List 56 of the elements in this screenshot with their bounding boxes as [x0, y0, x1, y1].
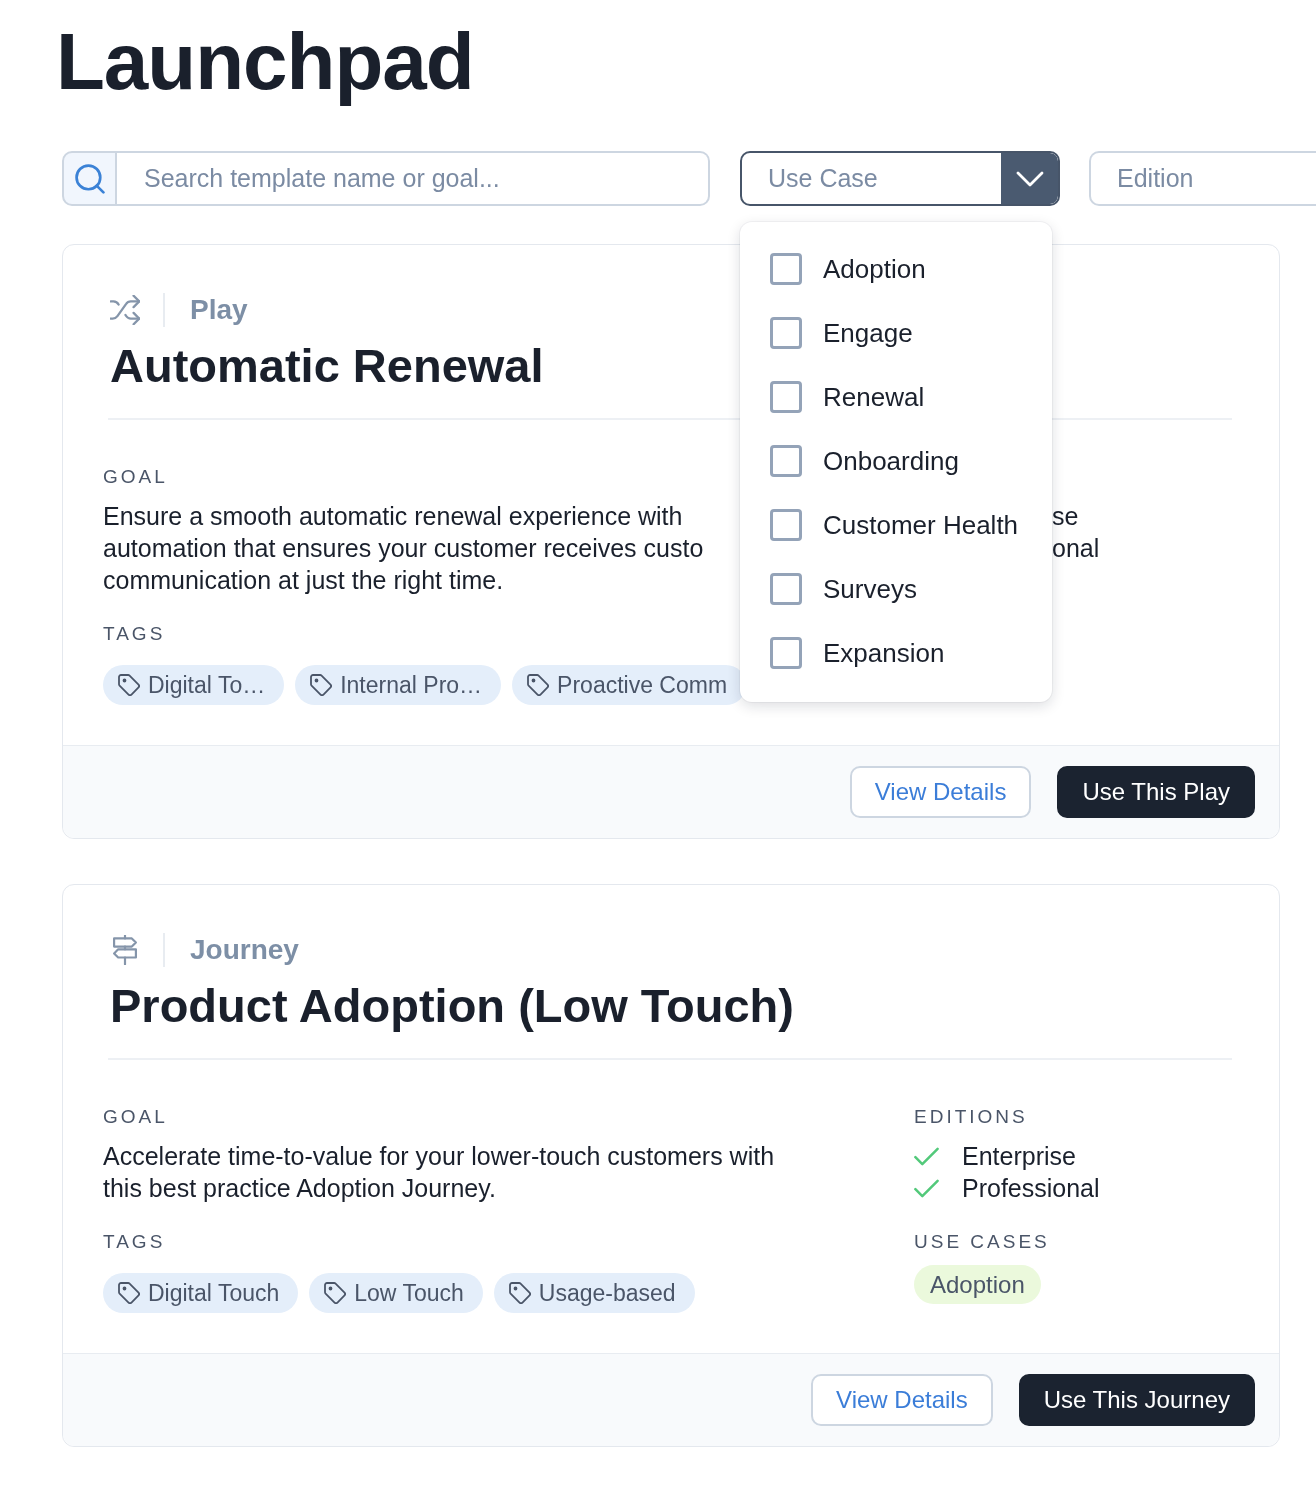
edition-name: se — [1052, 501, 1080, 532]
option-label[interactable]: Engage — [823, 317, 913, 349]
edition-name: Enterprise — [962, 1141, 1076, 1171]
tag-label: Digital Touch — [148, 1279, 280, 1307]
check-icon — [914, 1146, 939, 1166]
shuffle-icon — [110, 295, 140, 325]
template-title: Automatic Renewal — [110, 338, 544, 394]
section-label: TAGS — [103, 1230, 166, 1254]
search-icon — [62, 151, 117, 206]
section-label: TAGS — [103, 622, 166, 646]
edition-name: onal — [1052, 533, 1100, 564]
tag-icon — [508, 1282, 531, 1304]
section-label: EDITIONS — [914, 1105, 1028, 1129]
checkbox[interactable] — [770, 317, 802, 349]
tag-icon — [527, 674, 550, 696]
option-label[interactable]: Renewal — [823, 381, 925, 413]
tag-icon — [118, 674, 140, 696]
goal-text: Ensure a smooth automatic renewal experience with automation that ensures your customer receives custo communication at just the right time. — [103, 501, 705, 596]
section-label: GOAL — [103, 1105, 168, 1129]
option-label[interactable]: Expansion — [823, 637, 945, 669]
view-details-button[interactable]: View Details — [811, 1374, 993, 1426]
goal-text: Accelerate time-to-value for your lower-touch customers with this best practice Adoption Journey. — [103, 1141, 776, 1204]
view-details-button[interactable]: View Details — [849, 766, 1032, 818]
option-label[interactable]: Customer Health — [823, 509, 1019, 541]
checkbox[interactable] — [770, 509, 802, 541]
checkbox[interactable] — [770, 445, 802, 477]
checkbox[interactable] — [770, 637, 802, 669]
edition-name: Professional — [962, 1173, 1100, 1203]
search-field[interactable]: Search template name or goal... — [117, 151, 710, 206]
tag-icon — [310, 674, 333, 696]
dropdown-toggle[interactable] — [1001, 153, 1058, 204]
option-label[interactable]: Adoption — [823, 253, 926, 285]
template-title: Product Adoption (Low Touch) — [110, 978, 794, 1034]
option-label[interactable]: Onboarding — [823, 445, 959, 477]
check-icon — [914, 1178, 939, 1198]
section-label: USE CASES — [914, 1230, 1050, 1254]
tag-label: Internal Pro… — [340, 671, 483, 699]
checkbox[interactable] — [770, 573, 802, 605]
checkbox[interactable] — [770, 381, 802, 413]
signpost-icon — [110, 935, 140, 965]
option-label[interactable]: Surveys — [823, 573, 917, 605]
template-type: Journey — [190, 934, 299, 966]
tag-icon — [118, 1282, 140, 1304]
tag-label: Low Touch — [354, 1279, 464, 1307]
page-title: Launchpad — [56, 16, 474, 108]
tag-label: Proactive Comm — [557, 671, 728, 699]
use-template-button[interactable]: Use This Play — [1057, 766, 1255, 818]
tag-label: Digital To… — [148, 671, 266, 699]
section-label: GOAL — [103, 465, 168, 489]
chevron-down-icon — [1015, 170, 1044, 187]
use-case-tag: Adoption — [914, 1265, 1041, 1304]
tag-label: Usage-based — [538, 1279, 676, 1307]
use-template-button[interactable]: Use This Journey — [1018, 1374, 1255, 1426]
template-type: Play — [190, 294, 248, 326]
checkbox[interactable] — [770, 253, 802, 285]
tag-icon — [324, 1282, 347, 1304]
